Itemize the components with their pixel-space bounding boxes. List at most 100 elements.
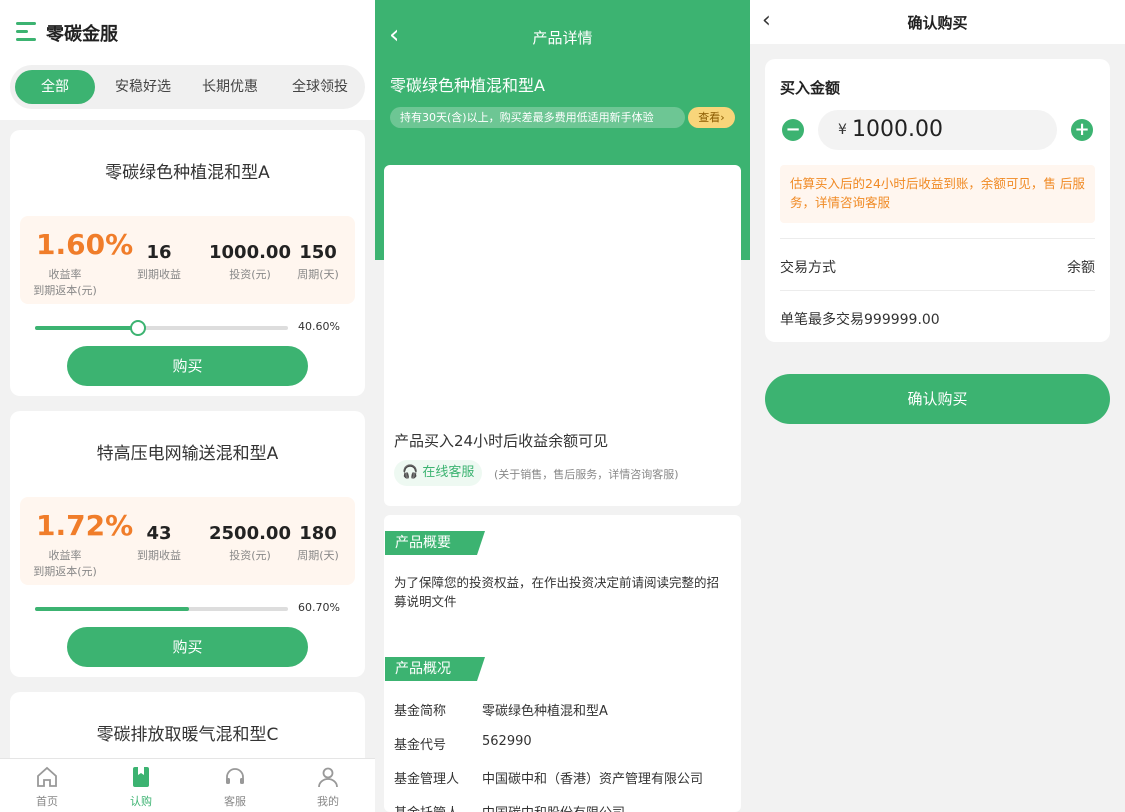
headset-icon	[226, 768, 244, 784]
product-list-screen: 零碳金服 全部 安稳好选 长期优惠 全球领投 零碳绿色种植混和型A 1.60% …	[0, 0, 375, 812]
progress-fill	[35, 607, 189, 611]
user-icon	[318, 767, 338, 788]
online-service-label: 在线客服	[422, 465, 475, 480]
detail-chart-area: 产品买入24小时后收益余额可见 🎧 在线客服 (关于销售，售后服务，详情咨询客服…	[384, 165, 741, 506]
info-key: 基金托管人	[394, 802, 459, 812]
list-header: 零碳金服 全部 安稳好选 长期优惠 全球领投	[0, 0, 375, 120]
income-label: 到期收益	[137, 549, 181, 562]
progress-knob	[129, 320, 146, 336]
page-title: 产品详情	[532, 29, 593, 47]
app-title: 零碳金服	[46, 24, 118, 45]
income-label: 到期收益	[137, 268, 181, 281]
newbie-notice: 持有30天(含)以上，购买差最多费用低适用新手体验	[390, 107, 685, 128]
menu-icon[interactable]	[16, 22, 36, 42]
view-button[interactable]: 查看›	[688, 107, 735, 128]
income-value: 16	[146, 242, 172, 263]
product-name: 零碳排放取暖气混和型C	[96, 725, 279, 745]
info-value: 中国碳中和股份有限公司	[482, 802, 625, 812]
purchase-form: 买入金额 − ¥ 1000.00 + 估算买入后的24小时后收益到账，余额可见，…	[765, 59, 1110, 342]
product-card: 零碳绿色种植混和型A 1.60% 收益率 到期返本(元) 16 到期收益 100…	[10, 130, 365, 396]
amount-label: 买入金额	[780, 79, 841, 97]
nav-mine-label: 我的	[317, 795, 339, 808]
product-name: 特高压电网输送混和型A	[96, 444, 279, 464]
progress-text: 40.60%	[298, 320, 340, 333]
period-label: 周期(天)	[297, 549, 339, 562]
nav-subscribe-label: 认购	[130, 795, 152, 808]
info-key: 基金管理人	[394, 772, 460, 787]
overview-description: 为了保障您的投资权益，在作出投资决定前请阅读完整的招募说明文件	[394, 575, 720, 609]
invest-label: 投资(元)	[229, 549, 271, 562]
nav-home-label: 首页	[36, 795, 58, 808]
refund-label: 到期返本(元)	[33, 565, 97, 578]
info-value: 562990	[482, 734, 532, 749]
product-detail-screen: ‹ 产品详情 零碳绿色种植混和型A 持有30天(含)以上，购买差最多费用低适用新…	[375, 0, 750, 812]
detail-product-name: 零碳绿色种植混和型A	[390, 76, 545, 95]
product-stats: 1.72% 收益率 到期返本(元) 43 到期收益 2500.00 投资(元) …	[20, 497, 355, 585]
tab-global[interactable]: 全球领投	[278, 70, 362, 104]
period-value: 150	[299, 242, 337, 263]
online-service-button[interactable]: 🎧 在线客服	[394, 460, 483, 486]
plus-button[interactable]: +	[1071, 119, 1093, 141]
tab-all[interactable]: 全部	[15, 70, 95, 104]
nav-mine[interactable]: 我的	[298, 765, 358, 809]
divider	[780, 238, 1095, 239]
period-value: 180	[299, 523, 337, 544]
overview-tag: 产品概要	[385, 531, 485, 555]
product-name: 零碳绿色种植混和型A	[105, 163, 270, 183]
trade-limit: 单笔最多交易999999.00	[780, 312, 940, 328]
info-tag: 产品概况	[385, 657, 485, 681]
refund-label: 到期返本(元)	[33, 284, 97, 297]
buy-button[interactable]: 购买	[67, 627, 308, 667]
invest-label: 投资(元)	[229, 268, 271, 281]
nav-subscribe[interactable]: 认购	[111, 765, 171, 809]
confirm-header: ‹ 确认购买	[750, 0, 1125, 44]
info-value: 零碳绿色种植混和型A	[482, 704, 608, 719]
trade-method-label: 交易方式	[780, 260, 836, 276]
amount-value: 1000.00	[852, 117, 943, 142]
view-button-label: 查看	[698, 111, 721, 124]
bottom-nav: 首页 认购 客服 我的	[0, 758, 375, 812]
nav-service[interactable]: 客服	[205, 765, 265, 809]
amount-input[interactable]: ¥ 1000.00	[818, 110, 1057, 150]
period-label: 周期(天)	[297, 268, 339, 281]
income-tip: 估算买入后的24小时后收益到账，余额可见，售 后服务，详情咨询客服	[780, 165, 1095, 223]
minus-icon: −	[785, 119, 801, 140]
yield-rate-label: 收益率	[48, 549, 82, 562]
info-key: 基金代号	[394, 738, 447, 753]
info-value: 中国碳中和（香港）资产管理有限公司	[482, 772, 704, 787]
subscribe-icon	[133, 767, 149, 787]
income-visible-note: 产品买入24小时后收益余额可见	[394, 432, 609, 450]
nav-home[interactable]: 首页	[17, 765, 77, 809]
progress-text: 60.70%	[298, 601, 340, 614]
nav-service-label: 客服	[224, 795, 246, 808]
headset-icon: 🎧	[402, 465, 419, 480]
confirm-purchase-button[interactable]: 确认购买	[765, 374, 1110, 424]
page-title: 确认购买	[907, 14, 968, 32]
divider	[780, 290, 1095, 291]
confirm-purchase-screen: ‹ 确认购买 买入金额 − ¥ 1000.00 + 估算买入后的24小时后收益到…	[750, 0, 1125, 812]
yield-rate: 1.72%	[36, 509, 134, 542]
tab-stable[interactable]: 安稳好选	[103, 70, 183, 104]
service-note: (关于销售，售后服务，详情咨询客服)	[494, 468, 679, 481]
invest-value: 1000.00	[209, 242, 291, 263]
progress-bar	[35, 607, 288, 611]
buy-button[interactable]: 购买	[67, 346, 308, 386]
home-icon	[37, 766, 57, 787]
plus-icon: +	[1074, 119, 1090, 140]
product-stats: 1.60% 收益率 到期返本(元) 16 到期收益 1000.00 投资(元) …	[20, 216, 355, 304]
info-key: 基金简称	[394, 704, 447, 719]
invest-value: 2500.00	[209, 523, 291, 544]
product-card: 特高压电网输送混和型A 1.72% 收益率 到期返本(元) 43 到期收益 25…	[10, 411, 365, 677]
yield-rate: 1.60%	[36, 228, 134, 261]
progress-bar	[35, 320, 288, 336]
currency-symbol: ¥	[838, 122, 847, 138]
category-tabs: 全部 安稳好选 长期优惠 全球领投	[10, 65, 365, 109]
yield-rate-label: 收益率	[48, 268, 82, 281]
progress-fill	[35, 326, 138, 330]
income-value: 43	[146, 523, 172, 544]
trade-method-value: 余额	[1067, 260, 1095, 276]
chevron-right-icon: ›	[720, 111, 725, 124]
tab-long-term[interactable]: 长期优惠	[190, 70, 270, 104]
product-info-section: 产品概要 为了保障您的投资权益，在作出投资决定前请阅读完整的招募说明文件 产品概…	[384, 515, 741, 812]
minus-button[interactable]: −	[782, 119, 804, 141]
